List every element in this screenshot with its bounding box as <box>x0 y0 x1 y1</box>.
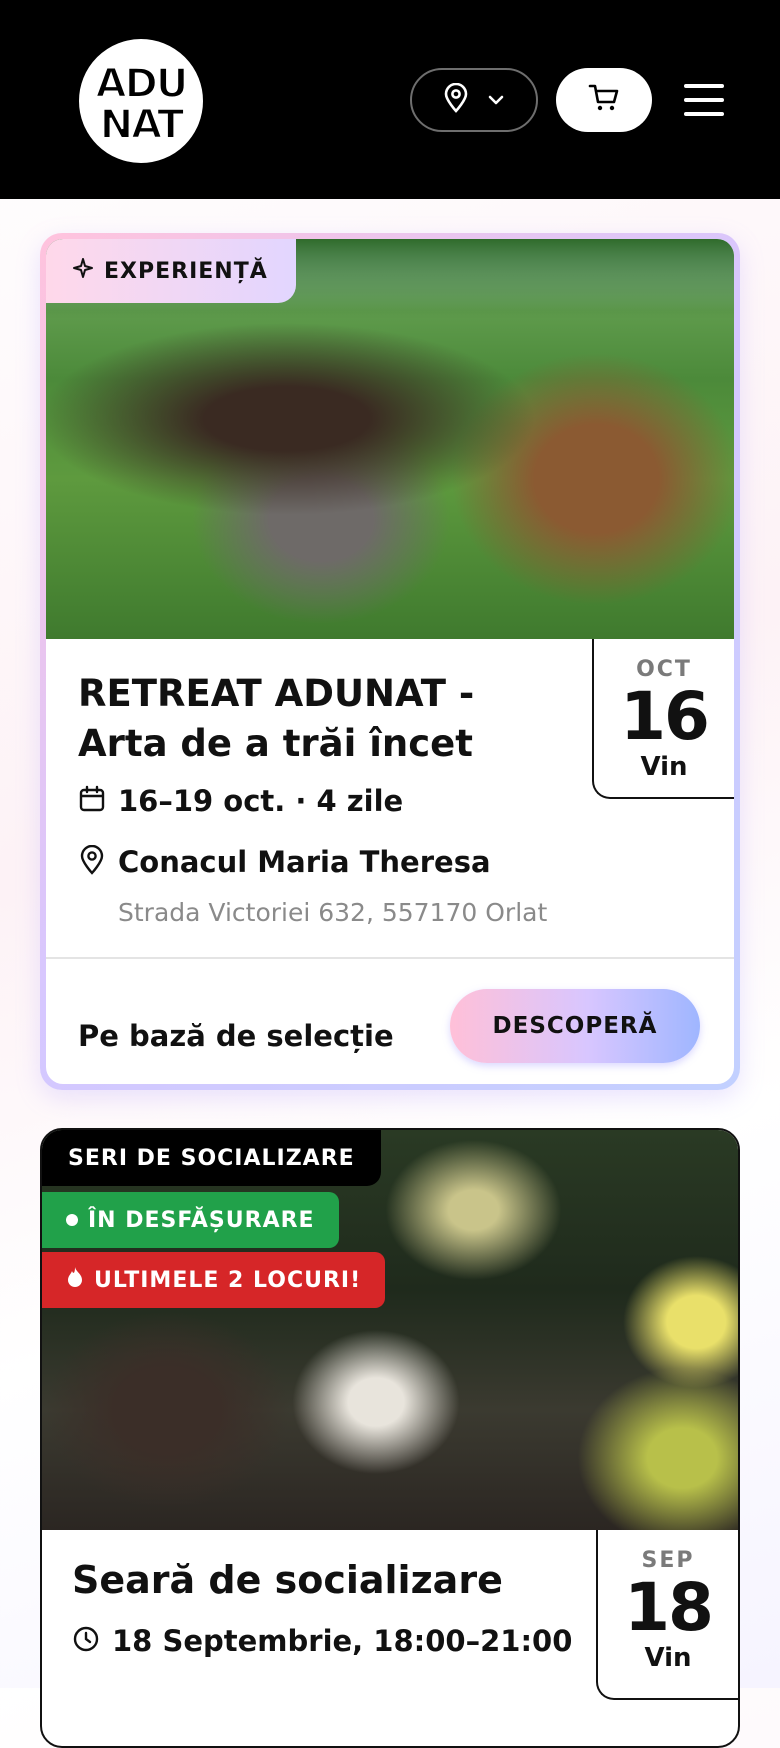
selection-note: Pe bază de selecție <box>78 1019 394 1053</box>
event-date-row: 16–19 oct. · 4 zile <box>78 784 403 818</box>
event-card[interactable]: SERI DE SOCIALIZARE ÎN DESFĂȘURARE ULTIM… <box>40 1128 740 1748</box>
sparkle-icon <box>72 257 94 285</box>
hamburger-menu-icon[interactable] <box>684 78 724 122</box>
calendar-icon <box>78 785 106 817</box>
map-pin-icon <box>443 82 469 117</box>
date-weekday: Vin <box>644 1643 692 1673</box>
svg-text:NAT: NAT <box>100 102 185 148</box>
event-title[interactable]: Seară de socializare <box>72 1558 503 1602</box>
event-photo <box>42 1130 738 1530</box>
event-date-badge: OCT 16 Vin <box>592 639 734 799</box>
event-time-row: 18 Septembrie, 18:00–21:00 <box>72 1624 572 1658</box>
event-venue: Conacul Maria Theresa <box>118 845 491 879</box>
date-day: 16 <box>620 678 710 755</box>
location-selector-button[interactable] <box>410 68 538 132</box>
svg-text:ADU: ADU <box>96 61 187 107</box>
cart-button[interactable] <box>556 68 652 132</box>
logo-badge-icon: ADU NAT <box>77 37 205 165</box>
chevron-down-icon <box>487 91 505 110</box>
category-tag: EXPERIENȚĂ <box>46 239 296 303</box>
card-divider <box>46 957 734 959</box>
event-address: Strada Victoriei 632, 557170 Orlat <box>118 898 548 927</box>
event-date-range: 16–19 oct. · 4 zile <box>118 784 404 818</box>
event-date-badge: SEP 18 Vin <box>596 1530 738 1700</box>
adunat-logo[interactable]: ADU NAT <box>74 34 208 168</box>
flame-icon <box>66 1266 84 1294</box>
event-card[interactable]: EXPERIENȚĂ OCT 16 Vin RETREAT ADUNAT - A… <box>40 233 740 1090</box>
last-spots-badge: ULTIMELE 2 LOCURI! <box>42 1252 386 1308</box>
live-dot-icon <box>66 1214 78 1226</box>
discover-button[interactable]: DESCOPERĂ <box>450 989 700 1063</box>
cart-icon <box>588 83 620 117</box>
event-time: 18 Septembrie, 18:00–21:00 <box>112 1624 573 1658</box>
event-title[interactable]: RETREAT ADUNAT - Arta de a trăi încet <box>78 669 528 769</box>
map-pin-icon <box>78 844 106 879</box>
last-spots-label: ULTIMELE 2 LOCURI! <box>94 1267 362 1293</box>
event-venue-row: Conacul Maria Theresa <box>78 844 491 879</box>
clock-icon <box>72 1625 100 1657</box>
date-day: 18 <box>624 1569 714 1646</box>
category-tag-label: SERI DE SOCIALIZARE <box>68 1145 355 1171</box>
category-tag-label: EXPERIENȚĂ <box>104 258 268 284</box>
live-status-badge: ÎN DESFĂȘURARE <box>42 1192 339 1248</box>
category-tag: SERI DE SOCIALIZARE <box>42 1130 381 1186</box>
live-status-label: ÎN DESFĂȘURARE <box>88 1207 315 1233</box>
date-weekday: Vin <box>640 752 688 782</box>
top-header: ADU NAT <box>0 0 780 199</box>
